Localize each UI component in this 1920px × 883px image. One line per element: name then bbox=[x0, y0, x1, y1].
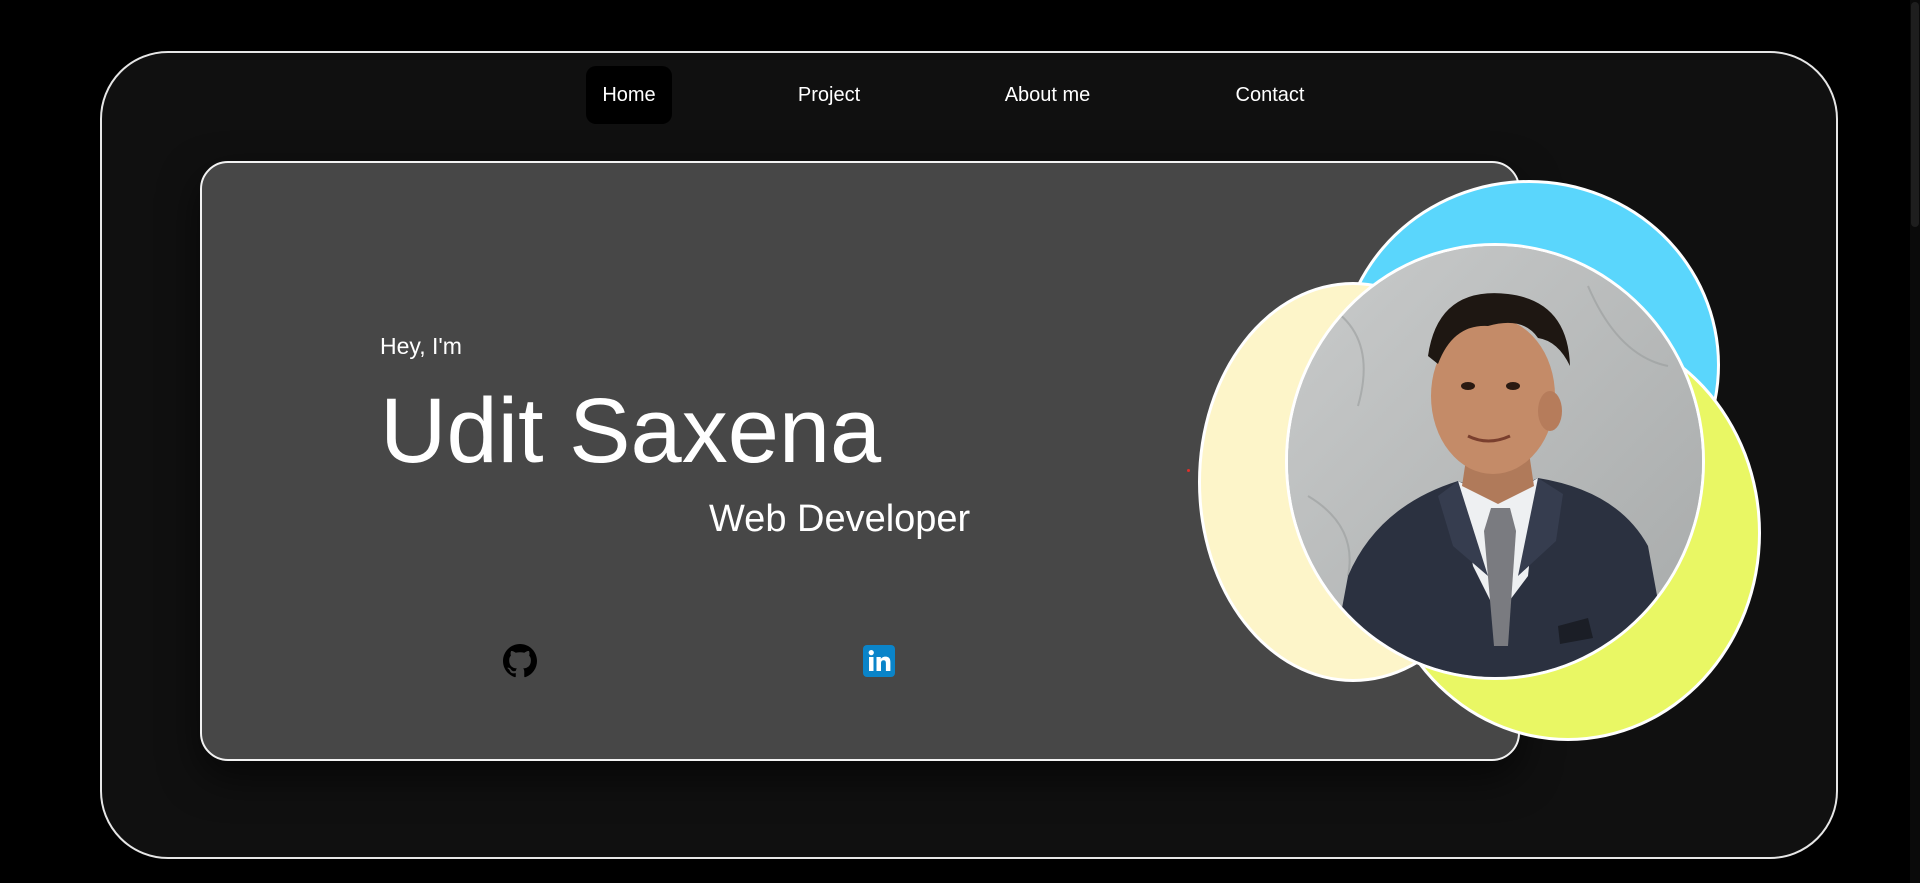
marker-dot bbox=[1187, 469, 1190, 472]
github-icon bbox=[503, 644, 537, 678]
main-nav: Home Project About me Contact bbox=[0, 66, 1920, 124]
hero-greeting: Hey, I'm bbox=[380, 333, 462, 359]
nav-home[interactable]: Home bbox=[586, 66, 672, 124]
linkedin-icon bbox=[863, 645, 895, 677]
nav-contact[interactable]: Contact bbox=[1222, 66, 1318, 124]
scrollbar-thumb[interactable] bbox=[1911, 2, 1919, 227]
page-viewport: Home Project About me Contact Hey, I'm U… bbox=[0, 0, 1920, 883]
hero-role: Web Developer bbox=[709, 498, 971, 540]
profile-photo bbox=[1285, 243, 1705, 680]
scrollbar-track[interactable] bbox=[1910, 0, 1920, 883]
nav-project[interactable]: Project bbox=[781, 66, 877, 124]
github-link[interactable] bbox=[503, 644, 537, 678]
nav-about-me[interactable]: About me bbox=[989, 66, 1106, 124]
hero-name: Udit Saxena bbox=[380, 380, 882, 482]
linkedin-link[interactable] bbox=[862, 644, 896, 678]
profile-illustration bbox=[1288, 246, 1702, 677]
